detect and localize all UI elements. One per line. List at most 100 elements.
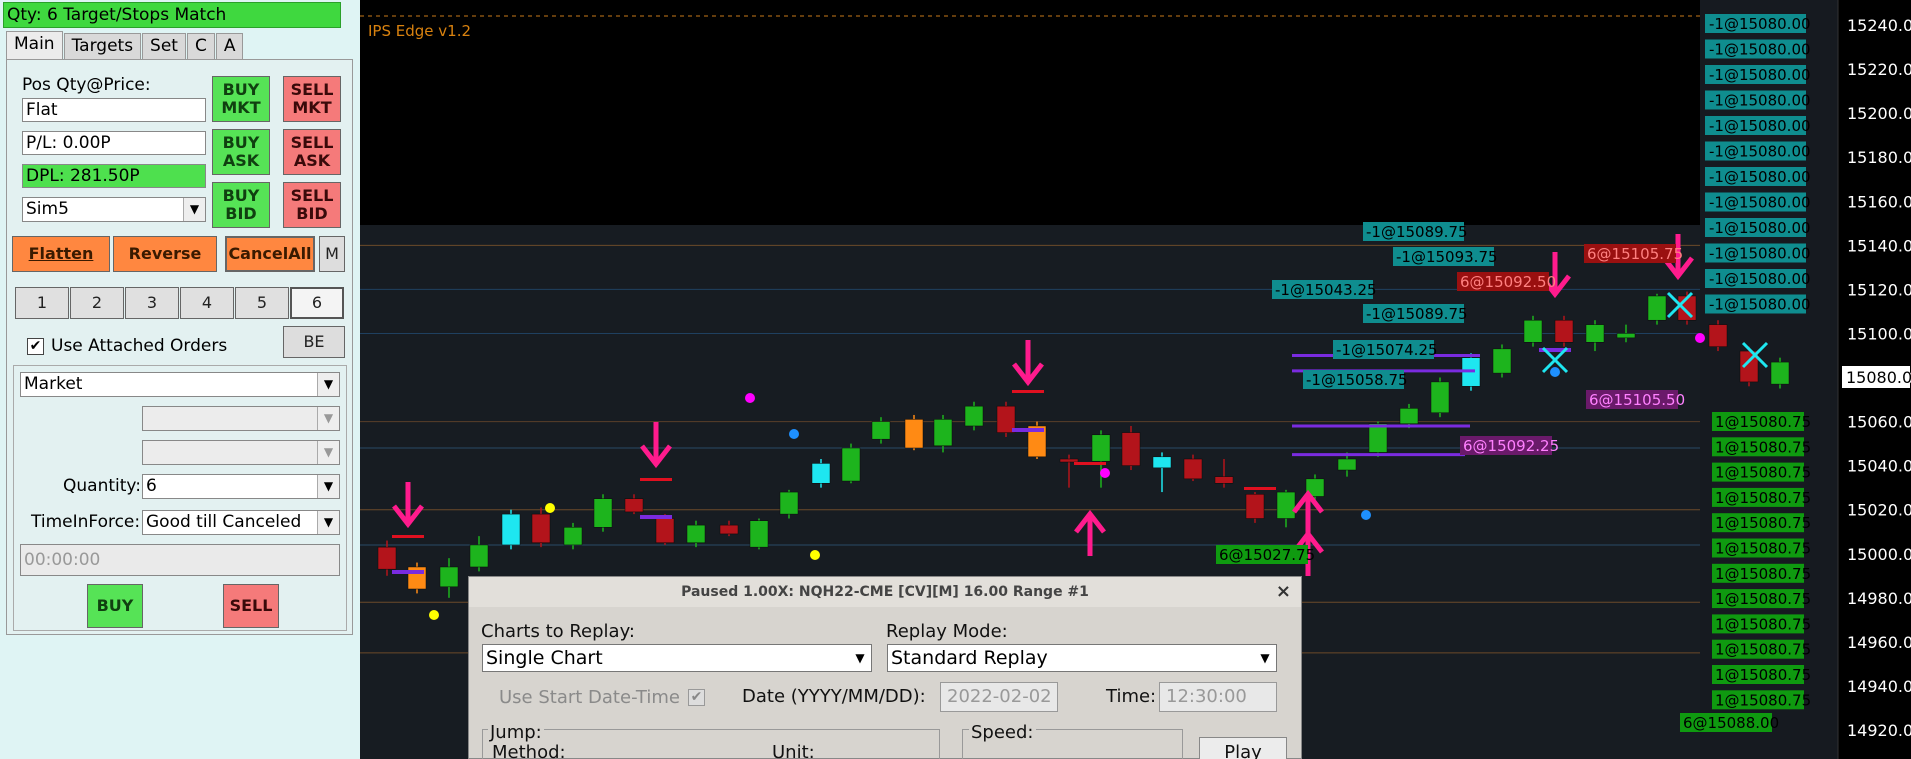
candle-body (1368, 423, 1388, 453)
signal-dot (545, 503, 555, 513)
close-icon[interactable]: × (1276, 577, 1291, 607)
dialog-title-bar: Paused 1.00X: NQH22-CME [CV][M] 16.00 Ra… (469, 577, 1301, 607)
speed-label: Speed: (969, 722, 1036, 743)
chart-upper-zone (360, 0, 1700, 225)
sell-order-label: -1@15080.00 (1709, 296, 1811, 314)
signal-dot (1100, 468, 1110, 478)
tab-a[interactable]: A (215, 33, 244, 59)
sell-order-label: -1@15080.00 (1709, 168, 1811, 186)
order-type-select[interactable]: Market ▼ (20, 372, 340, 397)
qty-preset-4[interactable]: 4 (180, 287, 234, 319)
tab-main[interactable]: Main (6, 31, 63, 59)
sell-bid-button[interactable]: SELL BID (283, 182, 341, 228)
breakeven-button[interactable]: BE (283, 326, 345, 358)
signal-dot (810, 550, 820, 560)
use-attached-orders-checkbox[interactable]: ✔ (27, 338, 44, 355)
price-tick-label: 15020.00 (1847, 501, 1911, 520)
candle-body (1152, 456, 1172, 469)
price-tick-label: 14960.00 (1847, 633, 1911, 652)
charts-to-replay-select[interactable]: Single Chart ▼ (482, 644, 872, 672)
price-tick-label: 15240.00 (1847, 16, 1911, 35)
candle-body (1554, 319, 1574, 343)
order-tag: 6@15088.00 (1683, 714, 1779, 732)
signal-bar-red (1074, 462, 1106, 465)
sell-ask-button[interactable]: SELL ASK (283, 129, 341, 175)
sell-button[interactable]: SELL (223, 584, 279, 628)
candle-body (1337, 458, 1357, 471)
candle-body (469, 544, 489, 568)
candle-body (1121, 432, 1141, 466)
price-tick-label: 15160.00 (1847, 192, 1911, 211)
account-select[interactable]: Sim5 ▼ (22, 197, 206, 222)
candle-body (1399, 408, 1419, 425)
trade-panel: Qty: 6 Target/Stops Match Main Targets S… (0, 0, 360, 759)
candle-body (964, 405, 984, 427)
qty-preset-6[interactable]: 6 (290, 287, 344, 319)
tab-set[interactable]: Set (142, 33, 186, 59)
sell-order-label: -1@15080.00 (1709, 66, 1811, 84)
qty-preset-1[interactable]: 1 (15, 287, 69, 319)
candle-body (779, 491, 799, 515)
reverse-button[interactable]: Reverse (113, 236, 217, 272)
candle-body (593, 498, 613, 528)
chevron-down-icon: ▼ (183, 198, 205, 221)
quantity-value: 6 (146, 476, 157, 496)
tif-select[interactable]: Good till Canceled ▼ (142, 510, 340, 535)
unit-label: Unit: (772, 742, 815, 759)
qty-preset-3[interactable]: 3 (125, 287, 179, 319)
qty-preset-2[interactable]: 2 (70, 287, 124, 319)
replay-mode-label: Replay Mode: (886, 621, 1008, 642)
flatten-button[interactable]: Flatten (12, 236, 110, 272)
tab-c[interactable]: C (186, 33, 215, 59)
buy-market-button[interactable]: BUY MKT (212, 76, 270, 122)
candle-body (531, 513, 551, 543)
chevron-down-icon: ▼ (317, 373, 339, 396)
chevron-down-icon: ▼ (317, 511, 339, 534)
quantity-select[interactable]: 6 ▼ (142, 474, 340, 499)
price-tick-label: 15180.00 (1847, 148, 1911, 167)
candle-body (749, 520, 769, 548)
sell-market-button[interactable]: SELL MKT (283, 76, 341, 122)
time-field[interactable]: 12:30:00 (1159, 682, 1277, 712)
candle-body (1616, 333, 1636, 339)
time-label: Time: (1106, 686, 1157, 707)
candle-body (501, 513, 521, 546)
order-entry-group: Market ▼ ▼ ▼ Quantity: 6 ▼ TimeInForce: … (13, 365, 347, 631)
signal-dot (429, 610, 439, 620)
candle-body (1585, 324, 1605, 343)
sell-order-label: -1@15080.00 (1709, 143, 1811, 161)
dpl-field: DPL: 281.50P (22, 164, 206, 188)
price-tick-label: 15200.00 (1847, 104, 1911, 123)
pl-field: P/L: 0.00P (22, 131, 206, 155)
m-button[interactable]: M (319, 236, 345, 272)
qty-preset-5[interactable]: 5 (235, 287, 289, 319)
buy-order-label: 1@15080.75 (1715, 514, 1811, 532)
sell-order-label: -1@15080.00 (1709, 219, 1811, 237)
limit-price-select[interactable]: ▼ (142, 406, 340, 431)
stop-price-select[interactable]: ▼ (142, 440, 340, 465)
cancel-all-button[interactable]: CancelAll (225, 236, 315, 272)
order-tag: 6@15105.75 (1587, 245, 1683, 263)
checkmark-icon: ✔ (690, 689, 703, 705)
order-tag: -1@15089.75 (1366, 305, 1468, 323)
buy-ask-button[interactable]: BUY ASK (212, 129, 270, 175)
pos-qty-label: Pos Qty@Price: (22, 75, 151, 95)
candle-body (1492, 348, 1512, 374)
price-tick-label: 14920.00 (1847, 721, 1911, 740)
chevron-down-icon: ▼ (317, 441, 339, 464)
buy-bid-button[interactable]: BUY BID (212, 182, 270, 228)
replay-mode-select[interactable]: Standard Replay ▼ (887, 644, 1277, 672)
date-field[interactable]: 2022-02-02 (940, 682, 1058, 712)
candle-body (811, 463, 831, 484)
current-price-label: 15080.00 (1846, 368, 1911, 387)
signal-dot (1550, 367, 1560, 377)
checkmark-icon: ✔ (29, 338, 42, 354)
signal-dot (789, 429, 799, 439)
buy-button[interactable]: BUY (87, 584, 143, 628)
price-tick-label: 15120.00 (1847, 280, 1911, 299)
play-button[interactable]: Play (1199, 737, 1287, 759)
tab-targets[interactable]: Targets (63, 33, 142, 59)
use-start-datetime-checkbox[interactable]: ✔ (688, 689, 705, 706)
study-label: IPS Edge v1.2 (368, 22, 471, 40)
time-field[interactable]: 00:00:00 (20, 544, 340, 576)
